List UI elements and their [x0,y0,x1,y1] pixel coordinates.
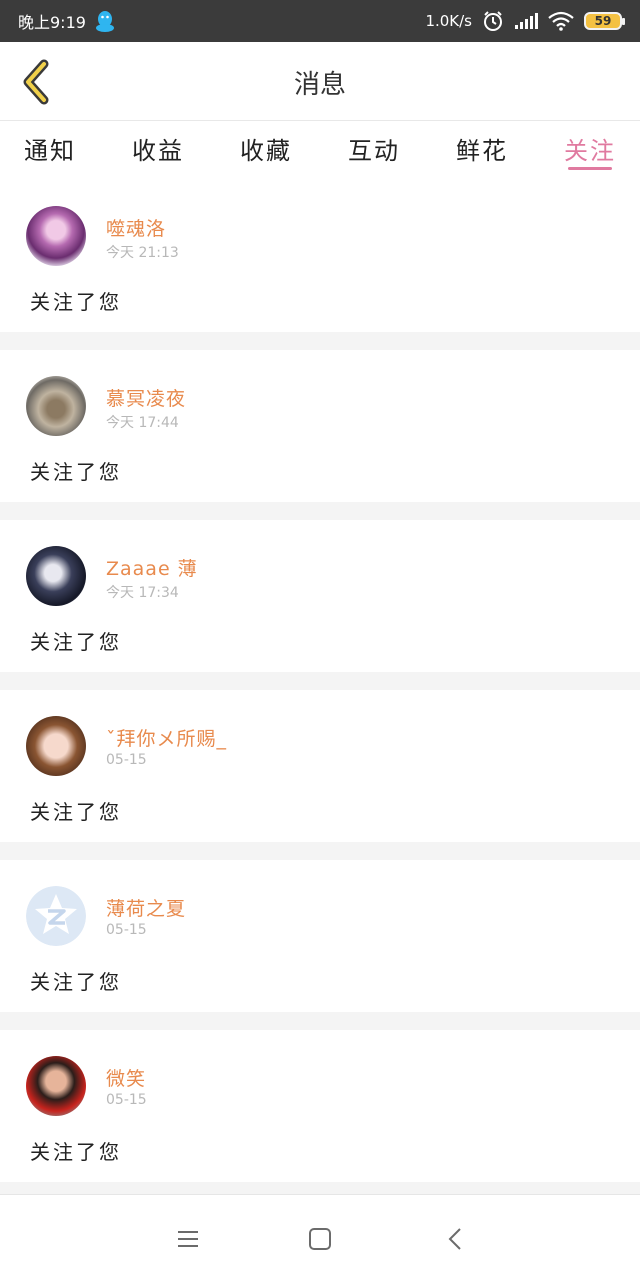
avatar[interactable] [26,376,86,436]
timestamp: 今天 17:44 [106,415,179,431]
divider [0,1012,640,1030]
list-item[interactable]: 慕冥凌夜 今天 17:44 关注了您 [0,350,640,502]
list-item[interactable]: 薄荷之夏 05-15 关注了您 [0,860,640,1012]
status-time: 晚上9:19 [18,13,86,32]
list-item[interactable]: 噬魂洛 今天 21:13 关注了您 [0,180,640,332]
timestamp: 05-15 [106,922,147,938]
tab-follow[interactable]: 关注 [564,121,616,179]
signal-icon [515,13,538,29]
tab-bar: 通知 收益 收藏 互动 鲜花 关注 [0,121,640,179]
menu-icon[interactable] [172,1223,204,1255]
timestamp: 今天 17:34 [106,585,179,601]
status-right: 1.0K/s 59 [425,10,625,32]
tab-earnings[interactable]: 收益 [132,121,184,179]
tab-favorites[interactable]: 收藏 [240,121,292,179]
avatar[interactable] [26,716,86,776]
battery-icon: 59 [584,12,625,30]
timestamp: 今天 21:13 [106,245,179,261]
divider [0,502,640,520]
user-name[interactable]: 薄荷之夏 [106,894,186,921]
action-text: 关注了您 [30,290,122,314]
default-avatar-icon[interactable] [26,886,86,946]
list-item[interactable]: Zaaae 薄 今天 17:34 关注了您 [0,520,640,672]
header-bar: 消息 [0,42,640,121]
user-name[interactable]: 噬魂洛 [106,214,166,241]
wifi-icon [548,11,574,31]
timestamp: 05-15 [106,1092,147,1108]
alarm-icon [484,11,502,31]
divider [0,672,640,690]
action-text: 关注了您 [30,630,122,654]
back-icon[interactable] [440,1223,472,1255]
user-name[interactable]: ˇ拜你メ所赐_ [106,724,227,751]
page-title: 消息 [293,70,346,100]
tab-interactions[interactable]: 互动 [348,121,400,179]
tab-notice[interactable]: 通知 [24,121,76,179]
action-text: 关注了您 [30,800,122,824]
qq-icon [95,11,114,32]
list-item[interactable]: 微笑 05-15 关注了您 [0,1030,640,1182]
action-text: 关注了您 [30,1140,122,1164]
user-name[interactable]: Zaaae 薄 [106,554,198,581]
home-icon[interactable] [304,1223,336,1255]
divider [0,842,640,860]
avatar[interactable] [26,206,86,266]
divider [0,332,640,350]
tab-flowers[interactable]: 鲜花 [456,121,508,179]
status-bar: 晚上9:19 1.0K/s 59 [0,0,640,42]
avatar[interactable] [26,1056,86,1116]
action-text: 关注了您 [30,460,122,484]
net-speed: 1.0K/s [425,12,472,30]
battery-level: 59 [594,14,612,28]
action-text: 关注了您 [30,970,122,994]
list-item[interactable]: ˇ拜你メ所赐_ 05-15 关注了您 [0,690,640,842]
user-name[interactable]: 慕冥凌夜 [106,384,186,411]
avatar[interactable] [26,546,86,606]
timestamp: 05-15 [106,752,147,768]
user-name[interactable]: 微笑 [106,1064,146,1091]
status-left: 晚上9:19 [18,9,116,33]
notification-list: 噬魂洛 今天 21:13 关注了您 慕冥凌夜 今天 17:44 关注了您 Zaa… [0,180,640,1200]
system-nav-bar [0,1194,640,1281]
